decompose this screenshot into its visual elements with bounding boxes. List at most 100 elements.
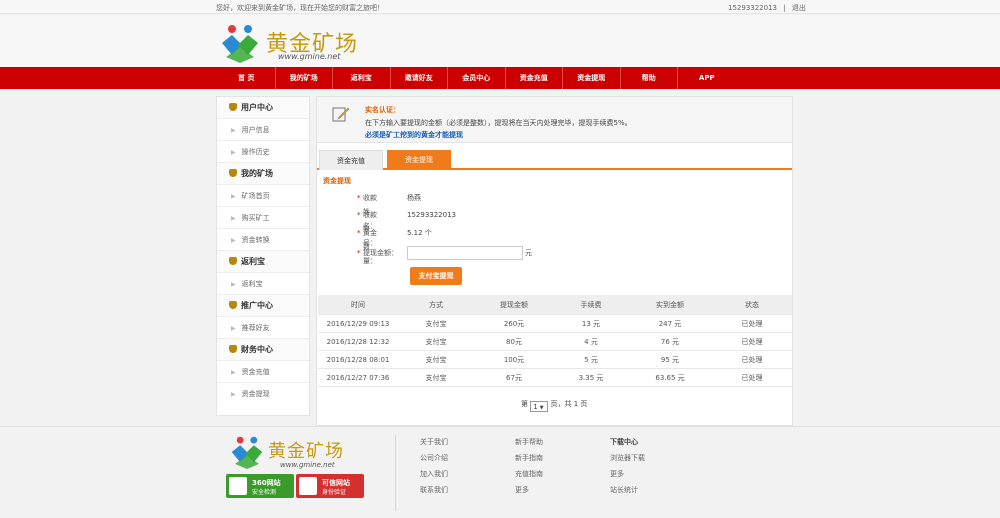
- sidebar-item-label: 推荐好友: [241, 324, 270, 332]
- sidebar-item-refer-friends[interactable]: ▶ 推荐好友: [217, 317, 309, 339]
- notice-body: 在下方输入要提现的金额（必须是整数），提现将在当天内处理完毕，提现手续费5%。: [365, 119, 632, 127]
- sidebar-group-finance: 财务中心: [217, 339, 309, 361]
- nav-home[interactable]: 首 页: [218, 67, 276, 89]
- col-header-net: 实到金额: [656, 301, 684, 309]
- nav-help[interactable]: 帮助: [621, 67, 678, 89]
- col-header-amount: 提现金额: [500, 301, 528, 309]
- sidebar-item-label: 资金提现: [241, 390, 270, 398]
- notice-title: 实名认证：: [365, 106, 400, 114]
- footer-link[interactable]: 加入我们: [420, 469, 448, 485]
- sidebar-group-rebate: 返利宝: [217, 251, 309, 273]
- cell-time: 2016/12/28 12:32: [326, 338, 390, 346]
- user-phone: 15293322013: [728, 4, 777, 12]
- table-row: 2016/12/28 08:01 支付宝 100元 5 元 95 元 已处理: [318, 351, 792, 369]
- sidebar-item-label: 购买矿工: [241, 214, 270, 222]
- sidebar-group-promotion: 推广中心: [217, 295, 309, 317]
- nav-invite[interactable]: 邀请好友: [391, 67, 448, 89]
- footer-logo-title: 黄金矿场: [268, 441, 344, 462]
- money-bag-icon: [229, 169, 237, 177]
- section-title: 资金提现: [323, 177, 351, 185]
- footer-link[interactable]: 公司介绍: [420, 453, 448, 469]
- footer-link[interactable]: 更多: [515, 485, 543, 501]
- sidebar-item-mine-home[interactable]: ▶ 矿场首页: [217, 185, 309, 207]
- page-select[interactable]: 1 ▼: [530, 401, 549, 412]
- main-content: 实名认证： 在下方输入要提现的金额（必须是整数），提现将在当天内处理完毕，提现手…: [316, 96, 793, 426]
- arrow-right-icon: ▶: [231, 369, 236, 376]
- money-bag-icon: [229, 257, 237, 265]
- sidebar-item-user-info[interactable]: ▶ 用户信息: [217, 119, 309, 141]
- amount-unit: 元: [525, 249, 532, 257]
- withdraw-amount-input[interactable]: [407, 246, 523, 260]
- col-header-fee: 手续费: [580, 301, 602, 309]
- notice-box: 实名认证： 在下方输入要提现的金额（必须是整数），提现将在当天内处理完毕，提现手…: [317, 97, 792, 143]
- payee-name-value: 杨燕: [407, 194, 421, 202]
- money-bag-icon: [229, 345, 237, 353]
- sidebar-item-withdraw[interactable]: ▶ 资金提现: [217, 383, 309, 405]
- footer-col-download: 下载中心 浏览器下载 更多 站长统计: [610, 437, 645, 501]
- sidebar-group-title: 用户中心: [241, 103, 273, 112]
- sidebar-item-recharge[interactable]: ▶ 资金充值: [217, 361, 309, 383]
- logo-subtitle: www.gmine.net: [278, 52, 341, 61]
- footer-link[interactable]: 关于我们: [420, 437, 448, 453]
- nav-app[interactable]: APP: [678, 67, 736, 89]
- footer-link[interactable]: 联系我们: [420, 485, 448, 501]
- tab-recharge[interactable]: 资金充值: [319, 150, 383, 170]
- nav-recharge[interactable]: 资金充值: [506, 67, 563, 89]
- top-bar-user: 15293322013 | 退出: [728, 3, 810, 13]
- badge-trusted-site[interactable]: 可信网站 身份验证: [296, 474, 364, 498]
- sidebar-item-rebate[interactable]: ▶ 返利宝: [217, 273, 309, 295]
- badge-360-security[interactable]: 360网站 安全检测: [226, 474, 294, 498]
- table-row: 2016/12/28 12:32 支付宝 80元 4 元 76 元 已处理: [318, 333, 792, 351]
- cell-time: 2016/12/29 09:13: [326, 320, 390, 328]
- footer-link[interactable]: 充值指南: [515, 469, 543, 485]
- chevron-down-icon: ▼: [539, 405, 544, 411]
- required-mark: *: [357, 249, 361, 257]
- gold-amount-value: 5.12 个: [407, 229, 432, 237]
- required-mark: *: [357, 194, 361, 202]
- payee-account-value: 15293322013: [407, 211, 456, 219]
- cell-amount: 100元: [503, 356, 525, 364]
- sidebar-item-label: 资金充值: [241, 368, 270, 376]
- cell-status: 已处理: [741, 356, 763, 364]
- logo-icon: [222, 25, 258, 63]
- main-nav: 首 页 我的矿场 返利宝 邀请好友 会员中心 资金充值 资金提现 帮助 APP: [0, 67, 1000, 89]
- footer-link[interactable]: 站长统计: [610, 485, 645, 501]
- site-logo[interactable]: 黄金矿场 www.gmine.net: [218, 23, 368, 63]
- arrow-right-icon: ▶: [231, 149, 236, 156]
- logo-icon: [231, 436, 263, 469]
- nav-member-center[interactable]: 会员中心: [448, 67, 506, 89]
- sidebar-item-label: 资金转换: [241, 236, 270, 244]
- nav-rebate[interactable]: 返利宝: [333, 67, 391, 89]
- cell-amount: 67元: [506, 374, 522, 382]
- header: 黄金矿场 www.gmine.net: [0, 15, 1000, 67]
- cell-method: 支付宝: [425, 374, 447, 382]
- notice-emphasis: 必须是矿工挖到的黄金才能提现: [365, 131, 463, 139]
- footer-link[interactable]: 新手帮助: [515, 437, 543, 453]
- sidebar-group-title: 返利宝: [241, 257, 265, 266]
- nav-my-mine[interactable]: 我的矿场: [276, 67, 333, 89]
- withdraw-amount-label: 提现金额：: [363, 249, 398, 257]
- pager-prefix: 第: [521, 400, 528, 408]
- badge-line-2: 身份验证: [322, 489, 347, 496]
- arrow-right-icon: ▶: [231, 391, 236, 398]
- footer-link[interactable]: 新手指南: [515, 453, 543, 469]
- cell-fee: 4 元: [584, 338, 598, 346]
- arrow-right-icon: ▶: [231, 215, 236, 222]
- sidebar-item-buy-miner[interactable]: ▶ 购买矿工: [217, 207, 309, 229]
- footer-link[interactable]: 浏览器下载: [610, 453, 645, 469]
- table-header: 时间 方式 提现金额 手续费 实到金额 状态: [318, 295, 792, 315]
- cell-fee: 3.35 元: [578, 374, 604, 382]
- logout-link[interactable]: 退出: [792, 4, 806, 12]
- nav-withdraw[interactable]: 资金提现: [563, 67, 621, 89]
- footer-logo[interactable]: 黄金矿场 www.gmine.net: [228, 435, 378, 475]
- tab-withdraw[interactable]: 资金提现: [387, 150, 451, 170]
- footer-link[interactable]: 更多: [610, 469, 645, 485]
- welcome-text: 您好，欢迎来到黄金矿场，现在开始您的财富之旅吧！: [216, 4, 384, 12]
- table-row: 2016/12/29 09:13 支付宝 260元 13 元 247 元 已处理: [318, 315, 792, 333]
- separator: |: [783, 4, 786, 12]
- sidebar-item-fund-convert[interactable]: ▶ 资金转换: [217, 229, 309, 251]
- footer-divider: [395, 435, 396, 511]
- alipay-withdraw-button[interactable]: 支付宝提现: [410, 267, 462, 285]
- sidebar-item-history[interactable]: ▶ 操作历史: [217, 141, 309, 163]
- badge-line-2: 安全检测: [252, 489, 277, 496]
